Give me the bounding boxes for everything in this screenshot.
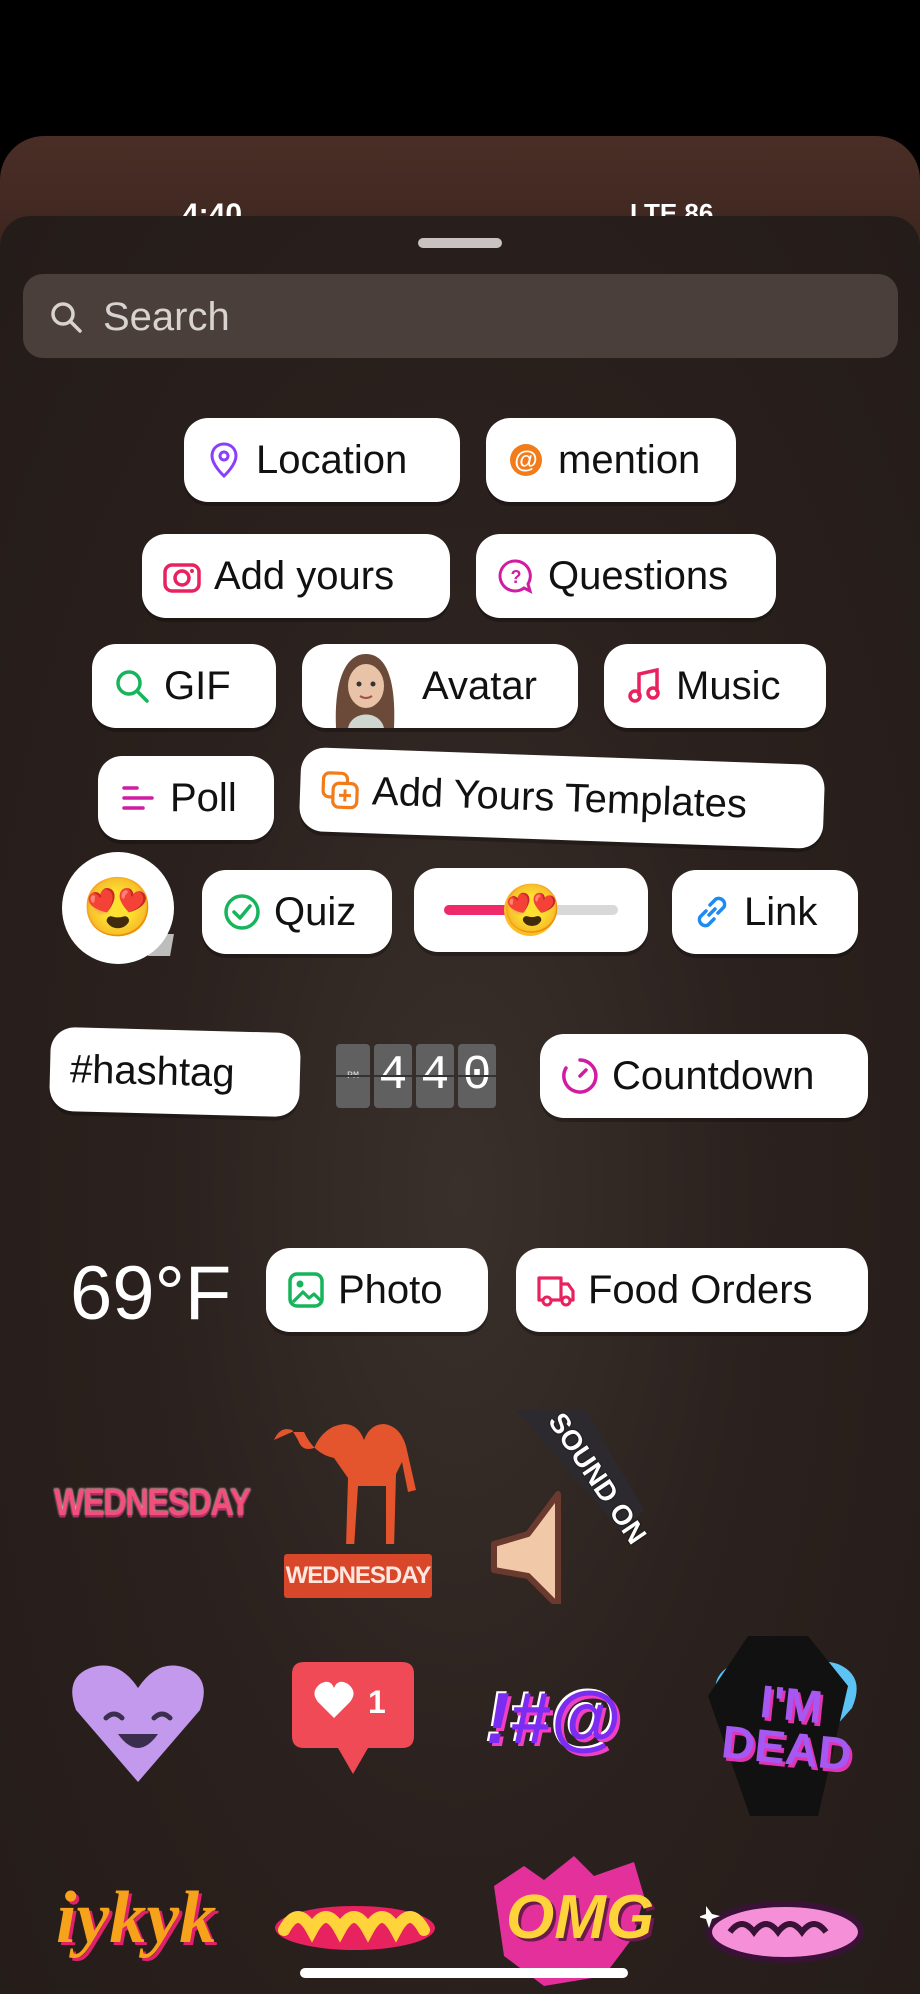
search-bar[interactable] — [23, 274, 898, 358]
link-sticker[interactable]: Link — [672, 870, 858, 954]
wednesday-text-sticker[interactable]: WEDNESDAY — [54, 1480, 251, 1523]
wednesday-camel-sticker[interactable]: WEDNESDAY — [266, 1420, 438, 1598]
iykyk-text: iykyk — [56, 1877, 217, 1959]
countdown-label: Countdown — [612, 1053, 815, 1098]
search-icon — [51, 302, 82, 333]
kisses-sticker[interactable] — [698, 1896, 870, 1966]
search-gif-icon — [112, 666, 152, 706]
location-label: Location — [256, 437, 408, 482]
music-label: Music — [676, 663, 781, 708]
camel-label: WEDNESDAY — [285, 1562, 432, 1589]
avatar-sticker[interactable]: Avatar — [302, 644, 578, 728]
meridiem-label: PM — [346, 1070, 359, 1082]
im-dead-sticker[interactable]: I'M DEAD — [708, 1636, 858, 1816]
omg-text: OMG — [506, 1883, 655, 1952]
photo-label: Photo — [338, 1267, 443, 1312]
questions-sticker[interactable]: ? Questions — [476, 534, 776, 618]
camel-icon — [274, 1424, 416, 1548]
clock-digit: 4 — [374, 1044, 412, 1108]
link-icon — [692, 892, 732, 932]
hashtag-sticker[interactable]: #hashtag — [48, 1026, 302, 1118]
location-pin-icon — [204, 440, 244, 480]
sticker-sheet: Location @ mention Add yours ? Questions… — [0, 216, 920, 1994]
countdown-sticker[interactable]: Countdown — [540, 1034, 868, 1118]
add-yours-sticker[interactable]: Add yours — [142, 534, 450, 618]
food-orders-label: Food Orders — [588, 1267, 813, 1312]
poll-sticker[interactable]: Poll — [98, 756, 274, 840]
clock-sticker[interactable]: PM 4 4 0 — [336, 1044, 496, 1108]
like-count-sticker[interactable]: 1 — [290, 1660, 416, 1776]
emoji-reaction-sticker[interactable]: 😍 — [62, 852, 174, 964]
clock-digit: 4 — [416, 1044, 454, 1108]
gif-sticker[interactable]: GIF — [92, 644, 276, 728]
threads-at-icon: @ — [506, 440, 546, 480]
iykyk-sticker[interactable]: iykyk — [56, 1876, 216, 1961]
clock-meridiem: PM — [336, 1044, 370, 1108]
photo-sticker[interactable]: Photo — [266, 1248, 488, 1332]
svg-text:@: @ — [514, 447, 537, 474]
link-label: Link — [744, 889, 818, 934]
poll-label: Poll — [170, 775, 237, 820]
delivery-icon — [536, 1270, 576, 1310]
templates-label: Add Yours Templates — [371, 768, 748, 826]
hashtag-label: #hashtag — [69, 1046, 236, 1096]
photo-icon — [286, 1270, 326, 1310]
heart-eyes-emoji: 😍 — [81, 875, 155, 940]
purple-heart-sticker[interactable] — [68, 1660, 208, 1784]
search-input[interactable] — [101, 288, 865, 346]
music-note-icon — [624, 666, 664, 706]
like-count: 1 — [368, 1684, 386, 1720]
emoji-slider-sticker[interactable]: 😍 — [414, 868, 648, 952]
camel-label-box: WEDNESDAY — [284, 1554, 432, 1598]
poll-icon — [118, 778, 158, 818]
sound-on-sticker[interactable]: SOUND ON — [488, 1404, 653, 1609]
gif-label: GIF — [164, 663, 231, 708]
countdown-timer-icon — [560, 1056, 600, 1096]
mention-sticker[interactable]: @ mention — [486, 418, 736, 502]
gold-squiggle-sticker[interactable] — [270, 1896, 440, 1956]
music-sticker[interactable]: Music — [604, 644, 826, 728]
temperature-sticker[interactable]: 69°F — [70, 1250, 231, 1337]
symbols-text: !#@ — [486, 1679, 621, 1759]
sheet-grabber[interactable] — [418, 238, 502, 248]
food-orders-sticker[interactable]: Food Orders — [516, 1248, 868, 1332]
kisses-text-art — [698, 1901, 864, 1963]
location-sticker[interactable]: Location — [184, 418, 460, 502]
wednesday-text: WEDNESDAY — [54, 1480, 251, 1524]
svg-text:?: ? — [511, 567, 522, 587]
add-yours-templates-sticker[interactable]: Add Yours Templates — [298, 746, 826, 850]
like-bubble-icon — [292, 1662, 414, 1774]
check-circle-icon — [222, 892, 262, 932]
im-dead-text: I'M DEAD — [719, 1675, 855, 1781]
avatar-label: Avatar — [422, 663, 537, 708]
squiggle-text-art — [275, 1906, 435, 1950]
questions-label: Questions — [548, 553, 729, 598]
slider-emoji: 😍 — [502, 883, 562, 936]
clock-digit: 0 — [458, 1044, 496, 1108]
smiling-heart-icon — [72, 1665, 204, 1782]
home-indicator — [300, 1968, 628, 1978]
add-yours-label: Add yours — [214, 553, 395, 598]
symbols-sticker[interactable]: !#@ — [486, 1678, 652, 1774]
add-template-icon — [319, 770, 360, 811]
question-bubble-icon: ? — [496, 556, 536, 596]
mention-label: mention — [558, 437, 701, 482]
quiz-sticker[interactable]: Quiz — [202, 870, 392, 954]
camera-icon — [162, 556, 202, 596]
avatar-image — [324, 644, 404, 728]
quiz-label: Quiz — [274, 889, 357, 934]
